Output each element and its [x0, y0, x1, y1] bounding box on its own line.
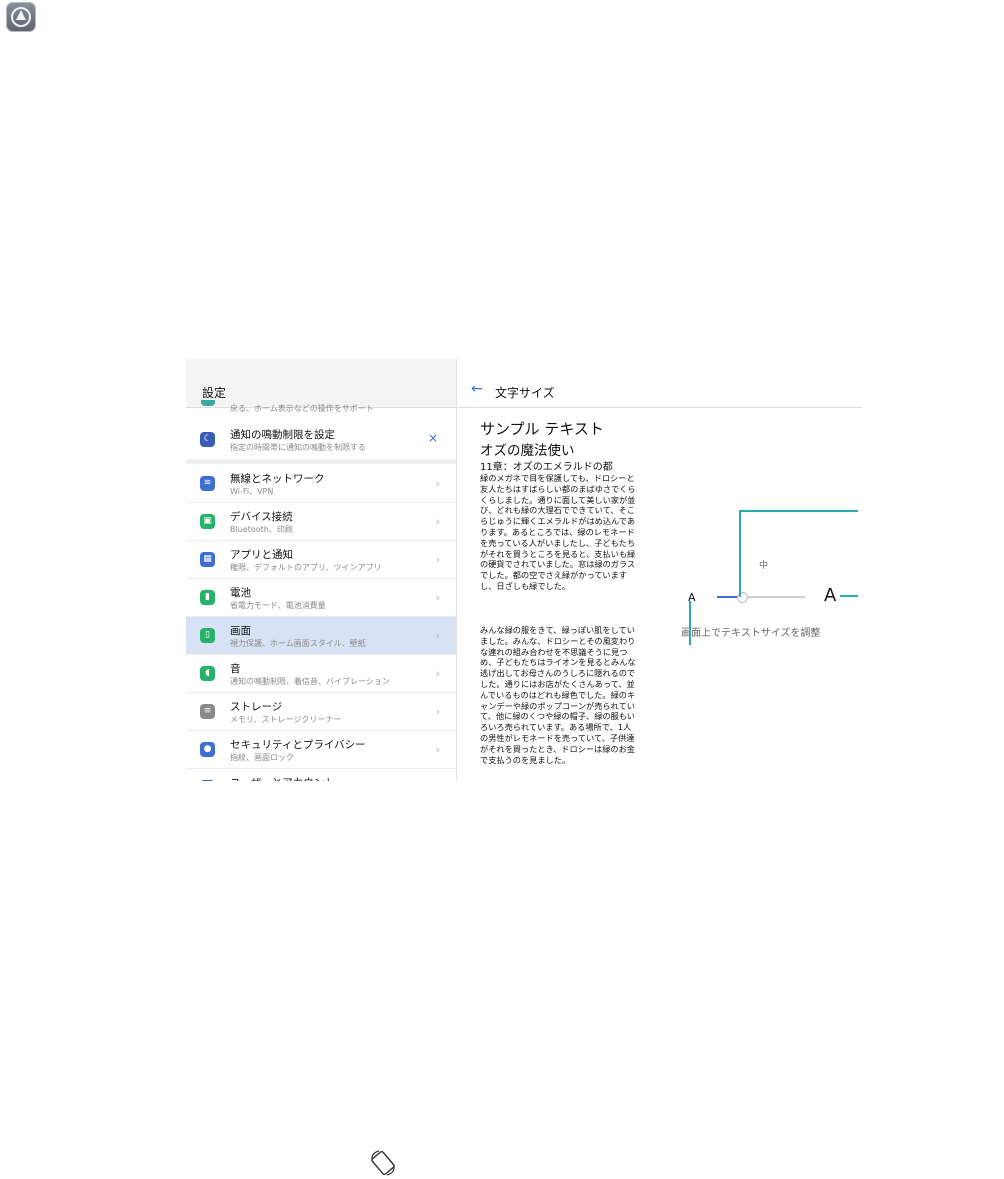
app-launcher-icon[interactable] — [6, 2, 36, 32]
sidebar-item-partial[interactable]: 戻る、ホーム表示などの操作をサポート — [186, 400, 456, 420]
sidebar-item-label: ストレージ — [230, 701, 283, 713]
sidebar-item-subtitle: 権限、デフォルトのアプリ、ツインアプリ — [230, 563, 382, 572]
chevron-right-icon: › — [435, 629, 440, 642]
suggestion-subtitle: 指定の時間帯に通知の鳴動を制限する — [230, 443, 366, 452]
sidebar-item-label: セキュリティとプライバシー — [230, 739, 366, 751]
sidebar-item-label: 無線とネットワーク — [230, 473, 325, 485]
settings-sidebar: 設定 戻る、ホーム表示などの操作をサポート ☾ 通知の鳴動制限を設定 指定の時間… — [186, 359, 457, 781]
close-icon[interactable]: × — [428, 431, 438, 445]
moon-icon: ☾ — [200, 432, 215, 447]
dnd-suggestion-card[interactable]: ☾ 通知の鳴動制限を設定 指定の時間帯に通知の鳴動を制限する × — [186, 421, 456, 458]
sidebar-item-3[interactable]: ▦ アプリと通知権限、デフォルトのアプリ、ツインアプリ › — [186, 541, 456, 579]
section-divider — [186, 459, 456, 464]
chevron-right-icon: › — [435, 743, 440, 756]
suggestion-title: 通知の鳴動制限を設定 — [230, 429, 335, 441]
page-title: 設定 — [202, 386, 227, 400]
callout-line — [840, 595, 858, 597]
accessibility-icon — [201, 400, 215, 406]
size-level-label: 中 — [759, 561, 769, 571]
sidebar-item-subtitle: メモリ、ストレージクリーナー — [230, 715, 342, 724]
device-connection-icon: ▣ — [200, 514, 215, 529]
book-title: オズの魔法使い — [480, 443, 575, 459]
sample-paragraph-1: 緑のメガネで目を保護しても、ドロシーと友人たちはすばらしい都のまばゆさでくらくら… — [480, 473, 636, 591]
sidebar-item-6[interactable]: ◖ 音通知の鳴動制限、着信音、バイブレーション › — [186, 655, 456, 693]
chapter-title: 11章：オズのエメラルドの都 — [480, 462, 613, 473]
sidebar-item-4[interactable]: ▮ 電池省電力モード、電池消費量 › — [186, 579, 456, 617]
battery-icon: ▮ — [200, 590, 215, 605]
chevron-right-icon: › — [435, 515, 440, 528]
sample-paragraph-2: みんな緑の服をきて、緑っぽい肌をしていました。みんな、ドロシーとその風変わりな連… — [480, 625, 636, 765]
font-size-panel: ← 文字サイズ サンプル テキスト オズの魔法使い 11章：オズのエメラルドの都… — [457, 359, 862, 781]
sample-heading: サンプル テキスト — [480, 420, 604, 438]
sidebar-item-label: 電池 — [230, 587, 251, 599]
sidebar-item-7[interactable]: ≡ ストレージメモリ、ストレージクリーナー › — [186, 693, 456, 731]
display-icon: ▯ — [200, 628, 215, 643]
panel-header: ← 文字サイズ — [457, 359, 862, 408]
sidebar-item-subtitle: 戻る、ホーム表示などの操作をサポート — [230, 404, 374, 413]
sound-icon: ◖ — [200, 666, 215, 681]
panel-title: 文字サイズ — [495, 386, 555, 400]
chevron-right-icon: › — [435, 591, 440, 604]
sidebar-item-label: ユーザーとアカウント — [230, 775, 335, 781]
user-icon: ◉ — [200, 780, 215, 781]
security-icon: ● — [200, 742, 215, 757]
rotate-screen-icon[interactable] — [366, 1149, 400, 1177]
sidebar-item-label: デバイス接続 — [230, 511, 293, 523]
adjust-hint: 画面上でテキストサイズを調整 — [681, 628, 821, 639]
sidebar-item-subtitle: 通知の鳴動制限、着信音、バイブレーション — [230, 677, 390, 686]
callout-line — [689, 601, 691, 645]
large-text-icon: A — [824, 585, 837, 606]
chevron-right-icon: › — [435, 553, 440, 566]
sidebar-item-1[interactable]: ≋ 無線とネットワーク Wi-Fi、VPN › — [186, 465, 456, 503]
sidebar-item-subtitle: 視力保護、ホーム画面スタイル、壁紙 — [230, 639, 366, 648]
sidebar-item-subtitle: 省電力モード、電池消費量 — [230, 601, 326, 610]
sidebar-item-2[interactable]: ▣ デバイス接続 Bluetooth、印刷 › — [186, 503, 456, 541]
wifi-icon: ≋ — [200, 476, 215, 491]
chevron-right-icon: › — [435, 477, 440, 490]
sidebar-item-label: アプリと通知 — [230, 549, 293, 561]
chevron-right-icon: › — [435, 705, 440, 718]
back-arrow-icon[interactable]: ← — [471, 381, 483, 397]
sidebar-item-subtitle: Wi-Fi、VPN — [230, 487, 274, 496]
sidebar-item-subtitle: 指紋、画面ロック — [230, 753, 294, 762]
sidebar-item-subtitle: Bluetooth、印刷 — [230, 525, 293, 534]
sidebar-item-9[interactable]: ◉ユーザーとアカウント› — [186, 769, 456, 781]
settings-screenshot: 設定 戻る、ホーム表示などの操作をサポート ☾ 通知の鳴動制限を設定 指定の時間… — [186, 359, 862, 781]
apps-icon: ▦ — [200, 552, 215, 567]
chevron-right-icon: › — [435, 667, 440, 680]
sidebar-item-label: 音 — [230, 663, 241, 675]
storage-icon: ≡ — [200, 704, 215, 719]
callout-line — [739, 510, 858, 512]
callout-line — [739, 510, 741, 597]
sidebar-item-8[interactable]: ● セキュリティとプライバシー 指紋、画面ロック › — [186, 731, 456, 769]
sidebar-item-label: 画面 — [230, 625, 251, 637]
sidebar-item-5[interactable]: ▯ 画面視力保護、ホーム画面スタイル、壁紙 › — [186, 617, 456, 655]
